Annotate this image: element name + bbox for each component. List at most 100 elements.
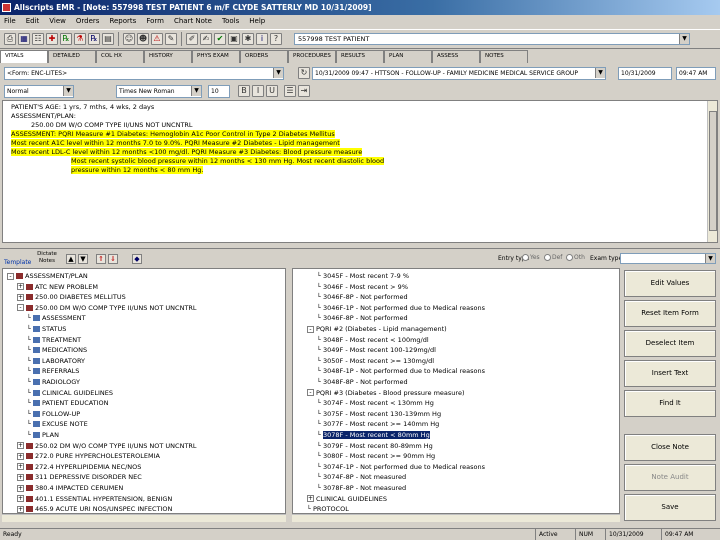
scroll-thumb[interactable] <box>709 111 717 231</box>
collapse-icon[interactable]: - <box>7 272 14 280</box>
tab-procedures[interactable]: PROCEDURES <box>288 50 336 63</box>
bullet-list-icon[interactable]: ☰ <box>284 85 296 97</box>
menu-item-form[interactable]: Form <box>146 15 164 28</box>
tab-results[interactable]: RESULTS <box>336 50 384 63</box>
diamond-icon[interactable]: ◆ <box>132 254 142 264</box>
tree-node[interactable]: └ STATUS <box>27 324 66 334</box>
dictate-notes-tab[interactable]: Dictate Notes <box>34 251 60 265</box>
info-icon[interactable]: i <box>256 33 268 45</box>
tree-node[interactable]: └ 3078F-8P - Not measured <box>317 483 406 493</box>
expand-icon[interactable]: + <box>17 442 24 450</box>
tree-node[interactable]: +250.00 DIABETES MELLITUS <box>17 292 126 302</box>
tree-node[interactable]: └ MEDICATIONS <box>27 345 87 355</box>
tree-node[interactable]: +465.9 ACUTE URI NOS/UNSPEC INFECTION <box>17 504 172 513</box>
help-icon[interactable]: ? <box>270 33 282 45</box>
expand-icon[interactable]: + <box>17 495 24 503</box>
tree-node[interactable]: + ATC NEW PROBLEM <box>17 282 98 292</box>
tree-node[interactable]: └ 3048F-1P - Not performed due to Medica… <box>317 366 485 376</box>
tree-node[interactable]: └ REFERRALS <box>27 366 79 376</box>
group-icon[interactable]: ☻ <box>137 33 149 45</box>
tab-col-hx[interactable]: COL HX <box>96 50 144 63</box>
tree-node[interactable]: └ EXCUSE NOTE <box>27 419 88 429</box>
expand-icon[interactable]: + <box>17 283 24 291</box>
pin-icon[interactable]: ✱ <box>242 33 254 45</box>
note-time-field[interactable]: 09:47 AM <box>676 67 716 80</box>
expand-icon[interactable]: + <box>17 505 24 513</box>
tree-node[interactable]: - 250.00 DM W/O COMP TYPE II/UNS NOT UNCN… <box>17 303 197 313</box>
tree-node[interactable]: +250.02 DM W/O COMP TYPE II/UNS NOT UNCN… <box>17 441 197 451</box>
tree-node[interactable]: + CLINICAL GUIDELINES <box>307 494 387 504</box>
menu-item-reports[interactable]: Reports <box>109 15 136 28</box>
chevron-down-icon[interactable]: ▼ <box>595 68 605 78</box>
close-note-button[interactable]: Close Note <box>624 434 716 461</box>
tab-assess[interactable]: ASSESS <box>432 50 480 63</box>
move-up-icon[interactable]: ⇑ <box>96 254 106 264</box>
check-icon[interactable]: ✔ <box>214 33 226 45</box>
medication-icon[interactable]: ℞ <box>60 33 72 45</box>
expand-icon[interactable]: + <box>17 484 24 492</box>
notes-icon[interactable]: ✎ <box>165 33 177 45</box>
visit-select[interactable]: 10/31/2009 09:47 - HTTSON - FOLLOW-UP - … <box>312 67 606 80</box>
print-icon[interactable]: ⎙ <box>4 33 16 45</box>
calendar-icon[interactable]: ▦ <box>18 33 30 45</box>
tree-node[interactable]: └ PLAN <box>27 430 59 440</box>
tab-phys-exam[interactable]: PHYS EXAM <box>192 50 240 63</box>
tree-node[interactable]: └ ASSESSMENT <box>27 313 86 323</box>
up-arrow-icon[interactable]: ▲ <box>66 254 76 264</box>
edit-values-button[interactable]: Edit Values <box>624 270 716 297</box>
tree-node[interactable]: └ 3078F - Most recent < 80mm Hg <box>317 430 430 440</box>
chevron-down-icon[interactable]: ▼ <box>191 86 201 96</box>
document-icon[interactable]: ▤ <box>102 33 114 45</box>
menu-item-edit[interactable]: Edit <box>26 15 40 28</box>
tree-node[interactable]: └ 3048F - Most recent < 100mg/dl <box>317 335 429 345</box>
tree-node[interactable]: - ASSESSMENT/PLAN <box>7 271 88 281</box>
underline-icon[interactable]: U <box>266 85 278 97</box>
template-tree-hscroll[interactable] <box>2 514 286 522</box>
chevron-down-icon[interactable]: ▼ <box>679 34 689 44</box>
exam-type-select[interactable]: ▼ <box>620 253 716 264</box>
tab-orders[interactable]: ORDERS <box>240 50 288 63</box>
edit-icon[interactable]: ✐ <box>186 33 198 45</box>
tree-node[interactable]: - PQRI #3 (Diabetes - Blood pressure meas… <box>307 388 465 398</box>
deselect-item-button[interactable]: Deselect Item <box>624 330 716 357</box>
refresh-icon[interactable]: ↻ <box>298 67 310 79</box>
tab-notes[interactable]: NOTES <box>480 50 528 63</box>
tree-node[interactable]: └ 3074F - Most recent < 130mm Hg <box>317 398 434 408</box>
reset-item-form-button[interactable]: Reset Item Form <box>624 300 716 327</box>
font-size-select[interactable]: 10 <box>208 85 230 98</box>
person-icon[interactable]: ☺ <box>123 33 135 45</box>
form-select[interactable]: <Form: ENC-LITES> ▼ <box>4 67 284 80</box>
menu-item-orders[interactable]: Orders <box>76 15 100 28</box>
collapse-icon[interactable]: - <box>307 325 314 333</box>
tab-plan[interactable]: PLAN <box>384 50 432 63</box>
collapse-icon[interactable]: - <box>17 304 24 312</box>
tree-node[interactable]: └ 3048F-8P - Not performed <box>317 377 408 387</box>
italic-icon[interactable]: I <box>252 85 264 97</box>
note-editor[interactable]: PATIENT'S AGE: 1 yrs, 7 mths, 4 wks, 2 d… <box>2 100 718 243</box>
menu-item-chart-note[interactable]: Chart Note <box>174 15 212 28</box>
font-select[interactable]: Times New Roman ▼ <box>116 85 202 98</box>
order-icon[interactable]: ℞ <box>88 33 100 45</box>
tree-node[interactable]: └ PATIENT EDUCATION <box>27 398 109 408</box>
tree-node[interactable]: └ 3045F - Most recent 7-9 % <box>317 271 409 281</box>
tree-node[interactable]: +380.4 IMPACTED CERUMEN <box>17 483 123 493</box>
indent-icon[interactable]: ⇥ <box>298 85 310 97</box>
collapse-icon[interactable]: - <box>307 389 314 397</box>
tree-node[interactable]: └ LABORATORY <box>27 356 85 366</box>
tree-node[interactable]: └ 3046F-8P - Not performed <box>317 292 408 302</box>
alert-icon[interactable]: ⚠ <box>151 33 163 45</box>
lab-icon[interactable]: ⚗ <box>74 33 86 45</box>
chevron-down-icon[interactable]: ▼ <box>63 86 73 96</box>
tree-node[interactable]: └ 3049F - Most recent 100-129mg/dl <box>317 345 436 355</box>
tree-node[interactable]: └ 3046F - Most recent > 9% <box>317 282 408 292</box>
tree-node[interactable]: - PQRI #2 (Diabetes - Lipid management) <box>307 324 447 334</box>
tree-node[interactable]: └ 3074F-1P - Not performed due to Medica… <box>317 462 485 472</box>
signature-icon[interactable]: ✍ <box>200 33 212 45</box>
menu-item-tools[interactable]: Tools <box>222 15 239 28</box>
radio-oth[interactable]: Oth <box>566 254 585 261</box>
move-down-icon[interactable]: ⇓ <box>108 254 118 264</box>
expand-icon[interactable]: + <box>17 452 24 460</box>
tab-vitals[interactable]: VITALS <box>0 50 48 63</box>
tree-node[interactable]: └ CLINICAL GUIDELINES <box>27 388 113 398</box>
tree-node[interactable]: └ 3074F-8P - Not measured <box>317 472 406 482</box>
